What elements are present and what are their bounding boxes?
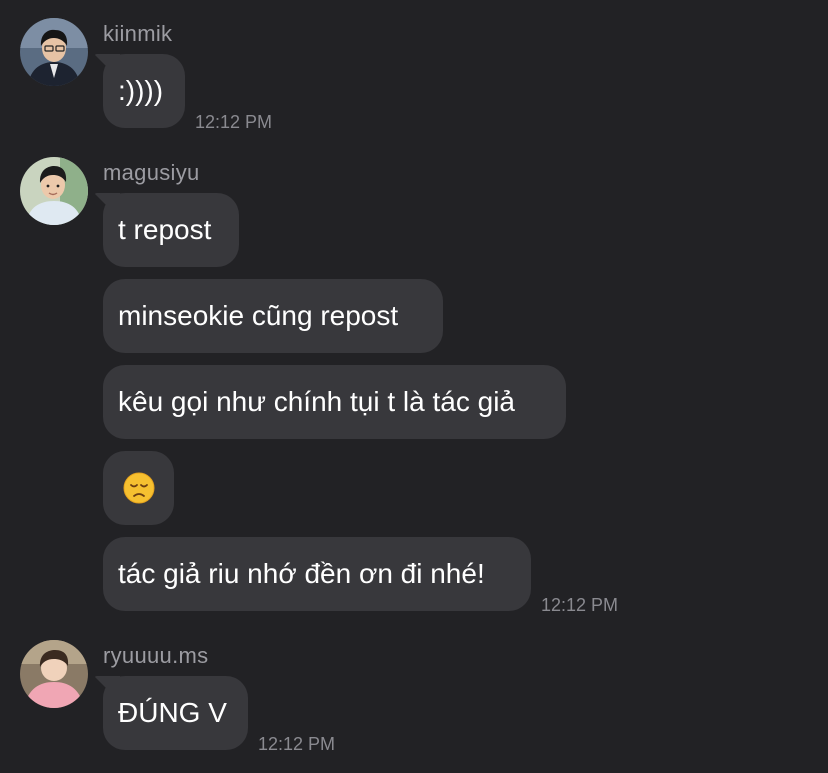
message-bubble[interactable]: minseokie cũng repost (103, 279, 443, 353)
username-magusiyu[interactable]: magusiyu (103, 160, 200, 186)
message-bubble[interactable]: ĐÚNG V (103, 676, 248, 750)
disappointed-face-emoji-icon (123, 472, 154, 504)
message-text: t repost (118, 214, 212, 245)
message-text: ĐÚNG V (118, 697, 227, 728)
avatar-kiinmik-icon (20, 18, 88, 86)
message-bubble[interactable]: tác giả riu nhớ đền ơn đi nhé! (103, 537, 531, 611)
avatar-ryuuuu-icon (20, 640, 88, 708)
username-kiinmik[interactable]: kiinmik (103, 21, 172, 47)
message-text: kêu gọi như chính tụi t là tác giả (118, 386, 515, 417)
timestamp: 12:12 PM (258, 734, 336, 754)
message-text: tác giả riu nhớ đền ơn đi nhé! (118, 558, 485, 589)
message-bubble[interactable] (103, 451, 174, 525)
timestamp: 12:12 PM (541, 595, 619, 615)
message-bubble[interactable]: :)))) (103, 54, 185, 128)
message-bubble[interactable]: kêu gọi như chính tụi t là tác giả (103, 365, 566, 439)
chat-thread: kiinmik :)))) 12:12 PM magusiyu t repost… (0, 0, 828, 773)
avatar-kiinmik[interactable] (20, 18, 88, 86)
message-bubble[interactable]: t repost (103, 193, 239, 267)
username-ryuuuu[interactable]: ryuuuu.ms (103, 643, 208, 669)
timestamp: 12:12 PM (195, 112, 273, 132)
message-text: minseokie cũng repost (118, 300, 399, 331)
message-text: :)))) (118, 75, 164, 106)
avatar-magusiyu[interactable] (20, 157, 88, 225)
avatar-ryuuuu[interactable] (20, 640, 88, 708)
avatar-magusiyu-icon (20, 157, 88, 225)
